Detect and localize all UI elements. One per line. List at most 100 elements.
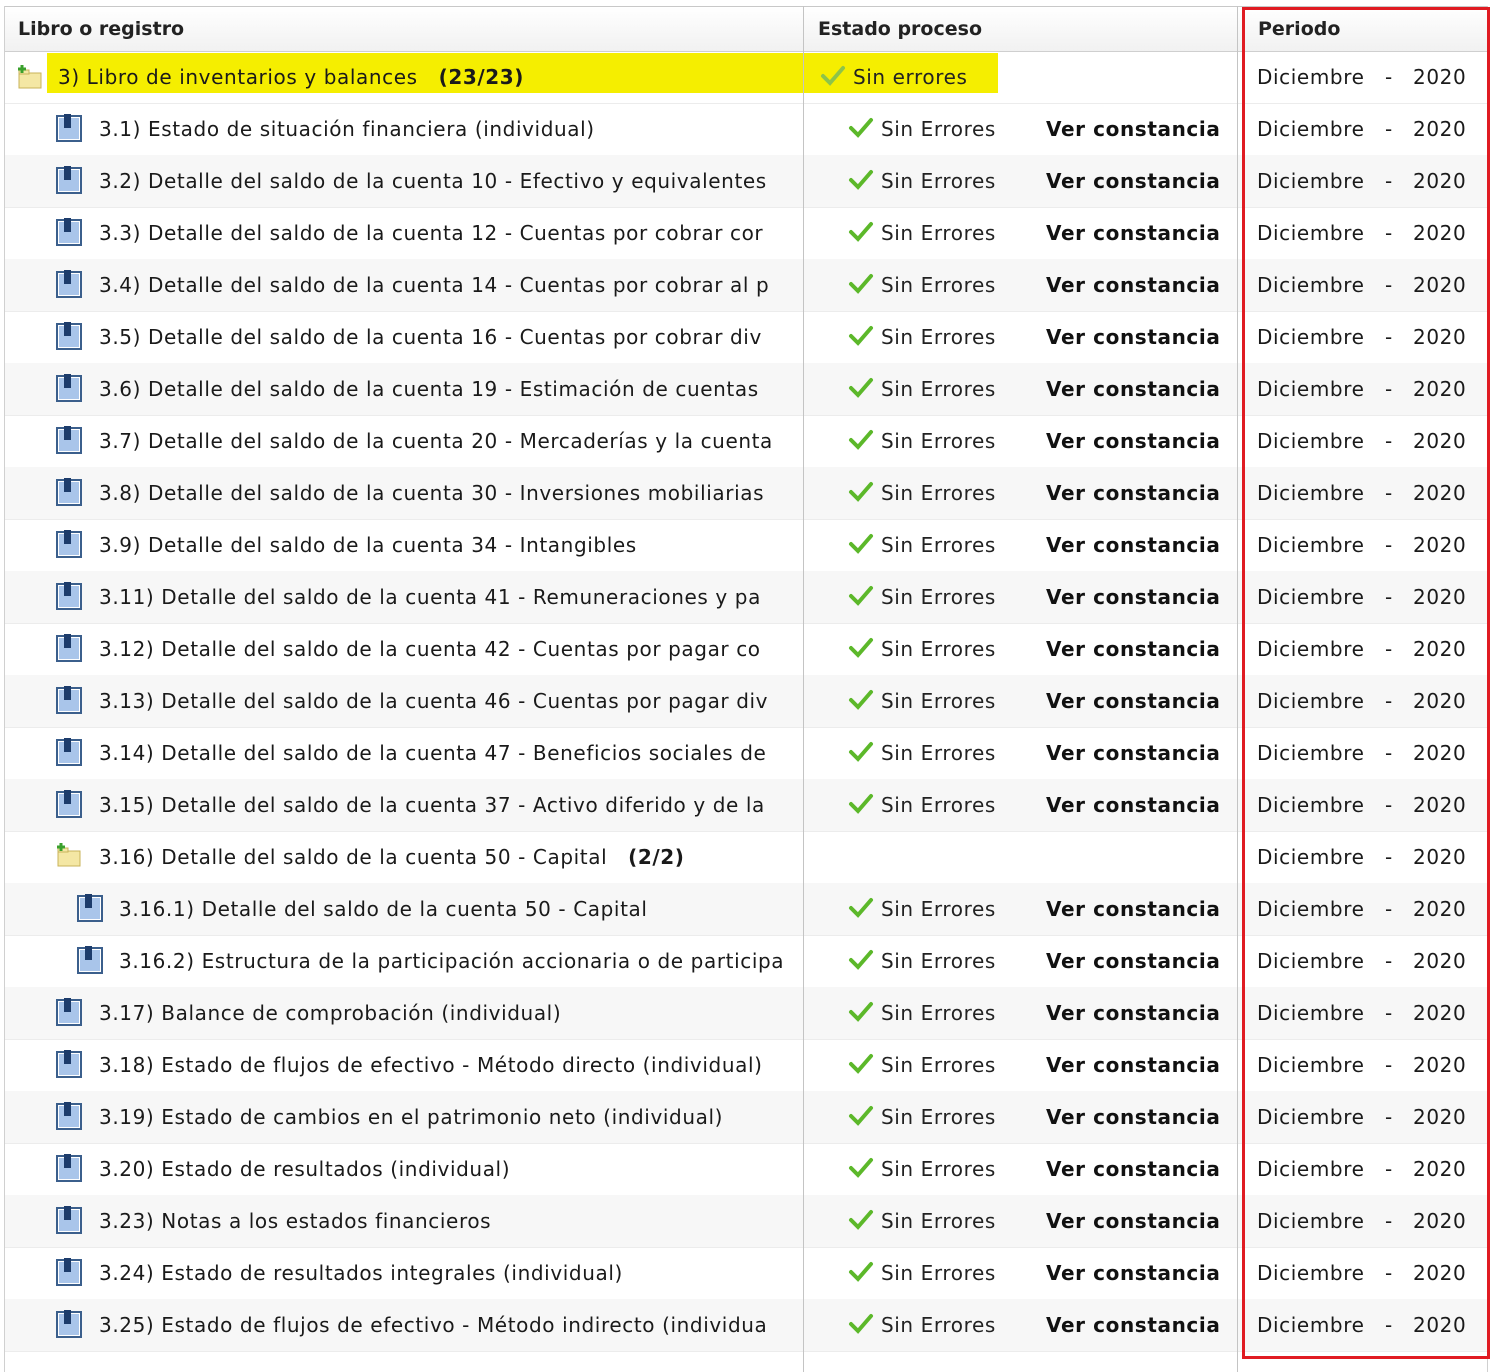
ver-constancia-link[interactable]: Ver constancia: [1046, 467, 1220, 519]
ver-constancia-link[interactable]: Ver constancia: [1046, 1143, 1220, 1195]
document-icon: [55, 269, 83, 303]
row-period-year: 2020: [1413, 273, 1467, 297]
document-icon: [55, 529, 83, 563]
document-icon: [55, 685, 83, 719]
row-label-cell: 3.9) Detalle del saldo de la cuenta 34 -…: [99, 519, 803, 571]
table-row[interactable]: 3.24) Estado de resultados integrales (i…: [5, 1247, 1487, 1300]
row-label-cell: 3.18) Estado de flujos de efectivo - Mét…: [99, 1039, 803, 1091]
table-row[interactable]: 3.16.1) Detalle del saldo de la cuenta 5…: [5, 883, 1487, 936]
row-status-cell: Sin Errores: [848, 987, 996, 1039]
ver-constancia-link[interactable]: Ver constancia: [1046, 1091, 1220, 1143]
table-row[interactable]: 3.7) Detalle del saldo de la cuenta 20 -…: [5, 415, 1487, 468]
table-row[interactable]: 3.20) Estado de resultados (individual) …: [5, 1143, 1487, 1196]
folder-plus-icon[interactable]: [55, 841, 83, 873]
row-period-year: 2020: [1413, 585, 1467, 609]
ver-constancia-link[interactable]: Ver constancia: [1046, 311, 1220, 363]
row-status: Sin Errores: [874, 377, 996, 401]
parent-count: (23/23): [438, 65, 525, 89]
row-label: 3.6) Detalle del saldo de la cuenta 19 -…: [99, 377, 759, 401]
row-label-cell: 3.4) Detalle del saldo de la cuenta 14 -…: [99, 259, 803, 311]
table-row[interactable]: 3.23) Notas a los estados financieros Si…: [5, 1195, 1487, 1248]
column-header-period[interactable]: Periodo: [1258, 7, 1340, 51]
table-row[interactable]: 3.4) Detalle del saldo de la cuenta 14 -…: [5, 259, 1487, 312]
row-status-cell: Sin Errores: [848, 571, 996, 623]
ver-constancia-link[interactable]: Ver constancia: [1046, 259, 1220, 311]
row-label-cell: 3.11) Detalle del saldo de la cuenta 41 …: [99, 571, 803, 623]
row-status-cell: Sin Errores: [848, 415, 996, 467]
check-icon: [848, 885, 874, 936]
table-row[interactable]: 3.18) Estado de flujos de efectivo - Mét…: [5, 1039, 1487, 1092]
table-row[interactable]: 3.15) Detalle del saldo de la cuenta 37 …: [5, 779, 1487, 832]
row-status-cell: Sin Errores: [848, 207, 996, 259]
table-row[interactable]: 3.12) Detalle del saldo de la cuenta 42 …: [5, 623, 1487, 676]
check-icon: [848, 1197, 874, 1248]
folder-plus-icon[interactable]: [16, 63, 44, 95]
ver-constancia-link[interactable]: Ver constancia: [1046, 675, 1220, 727]
row-status: Sin Errores: [874, 689, 996, 713]
row-period-month: Diciembre: [1257, 793, 1365, 817]
ver-constancia-link[interactable]: Ver constancia: [1046, 1039, 1220, 1091]
row-period-sep: -: [1385, 1105, 1393, 1129]
ver-constancia-link[interactable]: Ver constancia: [1046, 935, 1220, 987]
row-period-sep: -: [1385, 481, 1393, 505]
ver-constancia-link[interactable]: Ver constancia: [1046, 207, 1220, 259]
row-period-sep: -: [1385, 221, 1393, 245]
row-period-sep: -: [1385, 637, 1393, 661]
table-row[interactable]: 3.2) Detalle del saldo de la cuenta 10 -…: [5, 155, 1487, 208]
column-header-status[interactable]: Estado proceso: [818, 7, 982, 51]
table-row[interactable]: 3.11) Detalle del saldo de la cuenta 41 …: [5, 571, 1487, 624]
document-icon: [55, 633, 83, 667]
ver-constancia-link[interactable]: Ver constancia: [1046, 103, 1220, 155]
row-period-month: Diciembre: [1257, 169, 1365, 193]
row-period-year: 2020: [1413, 1053, 1467, 1077]
row-status-cell: Sin Errores: [848, 935, 996, 987]
column-separator-period: [1237, 6, 1238, 1372]
row-period-year: 2020: [1413, 637, 1467, 661]
table-row[interactable]: 3.19) Estado de cambios en el patrimonio…: [5, 1091, 1487, 1144]
ver-constancia-link[interactable]: Ver constancia: [1046, 519, 1220, 571]
ver-constancia-link[interactable]: Ver constancia: [1046, 571, 1220, 623]
ver-constancia-link[interactable]: Ver constancia: [1046, 415, 1220, 467]
row-status: Sin Errores: [874, 533, 996, 557]
row-label: 3.17) Balance de comprobación (individua…: [99, 1001, 562, 1025]
row-label: 3.18) Estado de flujos de efectivo - Mét…: [99, 1053, 763, 1077]
row-label-cell: 3.3) Detalle del saldo de la cuenta 12 -…: [99, 207, 803, 259]
row-period-year: 2020: [1413, 117, 1467, 141]
row-period-year: 2020: [1413, 1157, 1467, 1181]
row-status: Sin Errores: [874, 1001, 996, 1025]
row-period-year: 2020: [1413, 793, 1467, 817]
row-label: 3.25) Estado de flujos de efectivo - Mét…: [99, 1313, 768, 1337]
row-label-spacer: [607, 845, 628, 869]
row-period-year: 2020: [1413, 377, 1467, 401]
table-row[interactable]: 3.16) Detalle del saldo de la cuenta 50 …: [5, 831, 1487, 884]
ver-constancia-link[interactable]: Ver constancia: [1046, 155, 1220, 207]
check-icon: [848, 1145, 874, 1196]
document-icon: [76, 945, 104, 979]
table-row[interactable]: 3.17) Balance de comprobación (individua…: [5, 987, 1487, 1040]
table-row[interactable]: 3.3) Detalle del saldo de la cuenta 12 -…: [5, 207, 1487, 260]
ver-constancia-link[interactable]: Ver constancia: [1046, 1195, 1220, 1247]
ver-constancia-link[interactable]: Ver constancia: [1046, 727, 1220, 779]
table-row[interactable]: 3.8) Detalle del saldo de la cuenta 30 -…: [5, 467, 1487, 520]
table-row[interactable]: 3.25) Estado de flujos de efectivo - Mét…: [5, 1299, 1487, 1352]
parent-row[interactable]: 3) Libro de inventarios y balances (23/2…: [5, 51, 1487, 104]
ver-constancia-link[interactable]: Ver constancia: [1046, 987, 1220, 1039]
table-row[interactable]: 3.6) Detalle del saldo de la cuenta 19 -…: [5, 363, 1487, 416]
row-label: 3.9) Detalle del saldo de la cuenta 34 -…: [99, 533, 637, 557]
table-row[interactable]: 3.13) Detalle del saldo de la cuenta 46 …: [5, 675, 1487, 728]
books-grid: Libro o registro Estado proceso Periodo …: [0, 0, 1500, 1372]
column-header-book[interactable]: Libro o registro: [18, 7, 184, 51]
table-row[interactable]: 3.5) Detalle del saldo de la cuenta 16 -…: [5, 311, 1487, 364]
ver-constancia-link[interactable]: Ver constancia: [1046, 363, 1220, 415]
ver-constancia-link[interactable]: Ver constancia: [1046, 779, 1220, 831]
ver-constancia-link[interactable]: Ver constancia: [1046, 883, 1220, 935]
table-row[interactable]: 3.16.2) Estructura de la participación a…: [5, 935, 1487, 988]
row-period-sep: -: [1385, 741, 1393, 765]
table-row[interactable]: 3.14) Detalle del saldo de la cuenta 47 …: [5, 727, 1487, 780]
table-row[interactable]: 3.1) Estado de situación financiera (ind…: [5, 103, 1487, 156]
ver-constancia-link[interactable]: Ver constancia: [1046, 1247, 1220, 1299]
row-count: (2/2): [628, 845, 685, 869]
ver-constancia-link[interactable]: Ver constancia: [1046, 1299, 1220, 1351]
ver-constancia-link[interactable]: Ver constancia: [1046, 623, 1220, 675]
table-row[interactable]: 3.9) Detalle del saldo de la cuenta 34 -…: [5, 519, 1487, 572]
